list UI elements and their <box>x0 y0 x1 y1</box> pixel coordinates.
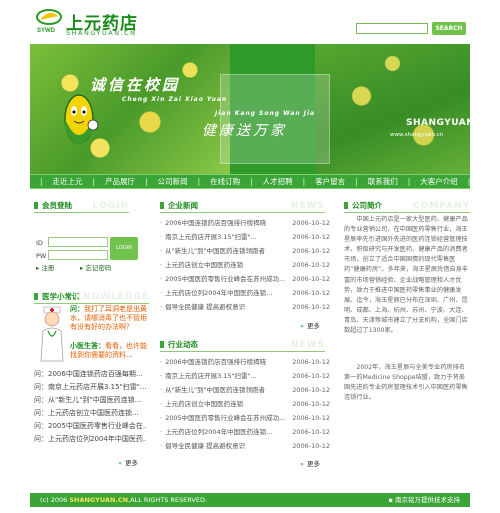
nav-separator: | <box>467 177 471 186</box>
section-title: 行业动态 <box>168 340 198 349</box>
slogan-secondary: 健康送万家 <box>202 123 287 139</box>
section-ghost-label: NEWS <box>290 201 325 211</box>
news-row[interactable]: 倡导全民健康 提高避权意识2006-10-12 <box>160 440 330 453</box>
news-row[interactable]: 2005中国医药零售行业峰会在苏州成功...2006-10-12 <box>160 412 330 425</box>
knowledge-more-link[interactable]: 更多 <box>118 457 138 467</box>
news-row[interactable]: 上元药店创立中国医药连锁2006-10-12 <box>160 398 330 411</box>
news-row[interactable]: 从"新生儿"到"中国医药连锁领跑者2006-10-12 <box>160 245 330 258</box>
capsule-mascot-icon <box>64 94 99 144</box>
news-row[interactable]: 从"新生儿"到"中国医药连锁领跑者2006-10-12 <box>160 384 330 397</box>
copyright: (c) 2006 SHANGYUAN.CN,ALL RIGHTS RESERVE… <box>40 496 208 504</box>
nav-item-guestbook[interactable]: 客户留言 <box>315 176 345 187</box>
member-login-header: 会员登陆 LOGIN <box>34 199 129 213</box>
company-intro-text-2: 2002年，海王星辰与全美专业药房排名第一的Medicine Shoppe结盟，… <box>344 364 468 402</box>
nav-separator: | <box>92 177 96 186</box>
nav-separator: | <box>145 177 148 186</box>
section-title: 企业新闻 <box>168 201 198 210</box>
logo-icon: SYWD <box>36 9 62 34</box>
nav-item-contact[interactable]: 联系我们 <box>368 176 398 187</box>
nav-item-jobs[interactable]: 人才招聘 <box>263 176 293 187</box>
nav-item-key-clients[interactable]: 大客户介绍 <box>420 176 458 187</box>
industry-news-header: 行业动态 NEWS <box>160 338 325 352</box>
knowledge-header: 医学小常识 KNOWLEDGE <box>34 290 149 304</box>
company-intro-text: 中国上元药店是一家大型医药、健康产品的专业营销公司，在中国医药零售行业，海王星辰… <box>344 216 468 335</box>
nav-separator: | <box>407 177 411 186</box>
nav-item-news[interactable]: 公司新闻 <box>158 176 188 187</box>
knowledge-list-item[interactable]: 问：上元药店创立中国医药连锁... <box>34 407 146 420</box>
section-ghost-label: KNOWLEDGE <box>75 292 149 302</box>
company-intro-header: 公司简介 COMPANY <box>344 199 470 213</box>
banner-flowers-image-right <box>315 44 470 174</box>
banner-url: www.shangyuan.cn <box>390 132 444 138</box>
nav-item-about[interactable]: 走近上元 <box>53 176 83 187</box>
news-row[interactable]: 2005中国医药零售行业峰会在苏州成功...2006-10-12 <box>160 273 330 286</box>
knowledge-list-item[interactable]: 问：2006中国连锁药店百强每期... <box>34 368 146 381</box>
doctor-illustration-icon <box>40 306 64 362</box>
section-ghost-label: LOGIN <box>92 201 129 211</box>
news-row[interactable]: 2006中国连锁药店百强排行榜揭晓2006-10-12 <box>160 217 330 230</box>
news-row[interactable]: 2006中国连锁药店百强排行榜揭晓2006-10-12 <box>160 356 330 369</box>
banner-grid-decoration <box>220 74 330 164</box>
knowledge-question[interactable]: 问：我打了耳洞老是出黄水，请哪消毒了也不管用有没有好的办法啊？ <box>70 305 150 332</box>
slogan-primary-pinyin: Cheng Xin Zai Xiao Yuan <box>122 96 228 103</box>
nav-separator: | <box>40 177 43 186</box>
section-title: 公司简介 <box>352 201 382 210</box>
brand-domain: SHANGYUAN.CN <box>66 29 137 37</box>
banner-brand: SHANGYUAN <box>406 118 470 128</box>
section-ghost-label: COMPANY <box>413 201 470 211</box>
knowledge-list-item[interactable]: 问：上元药店位列2004年中国医药... <box>34 433 146 446</box>
enterprise-news-header: 企业新闻 NEWS <box>160 199 325 213</box>
id-label: ID <box>36 239 43 247</box>
nav-separator: | <box>250 177 253 186</box>
nav-separator: | <box>197 177 201 186</box>
pw-label: PW <box>36 252 47 260</box>
banner: 诚信在校园 Cheng Xin Zai Xiao Yuan Jian Kang … <box>30 44 470 174</box>
login-button[interactable]: LOGIN <box>110 237 138 260</box>
news-row[interactable]: 上元药店创立中国医药连锁2006-10-12 <box>160 259 330 272</box>
news-row[interactable]: 倡导全民健康 提高避权意识2006-10-12 <box>160 301 330 314</box>
news-row[interactable]: 南京上元药店开展3.15"扫雷"...2006-10-12 <box>160 231 330 244</box>
nav-item-products[interactable]: 产品展厅 <box>105 176 135 187</box>
id-input[interactable] <box>48 237 108 247</box>
news-row[interactable]: 上元药店位列2004年中国医药连锁...2006-10-12 <box>160 287 330 300</box>
section-title: 会员登陆 <box>42 201 72 210</box>
news-row[interactable]: 南京上元药店开展3.15"扫雷"...2006-10-12 <box>160 370 330 383</box>
knowledge-list-item[interactable]: 问：从"新生儿"到"中国医药连锁... <box>34 394 146 407</box>
slogan-primary: 诚信在校园 <box>90 76 181 94</box>
industry-more-link[interactable]: 更多 <box>300 458 320 468</box>
svg-text:SYWD: SYWD <box>37 28 56 34</box>
main-nav: | 走近上元 | 产品展厅 | 公司新闻 | 在线订购 | 人才招聘 | 客户留… <box>30 174 470 189</box>
search-input[interactable] <box>356 23 428 34</box>
nav-item-order[interactable]: 在线订购 <box>210 176 240 187</box>
section-ghost-label: NEWS <box>290 340 325 350</box>
knowledge-list-item[interactable]: 问：2005中国医药零售行业峰会在... <box>34 420 146 433</box>
enterprise-more-link[interactable]: 更多 <box>300 320 320 330</box>
knowledge-list-item[interactable]: 问：南京上元药店开展3.15"扫雷"... <box>34 381 146 394</box>
nav-separator: | <box>355 177 358 186</box>
forgot-password-link[interactable]: ▸ 忘记密码 <box>80 262 111 272</box>
slogan-secondary-pinyin: Jian Kang Song Wan Jia <box>215 110 316 117</box>
search-button[interactable]: SEARCH <box>432 22 466 35</box>
tech-support-credit[interactable]: ▪ 南京铭万提供技术支持 <box>389 493 460 507</box>
password-input[interactable] <box>48 250 108 260</box>
section-title: 医学小常识 <box>42 292 80 301</box>
register-link[interactable]: ▸ 注册 <box>36 262 54 272</box>
footer: (c) 2006 SHANGYUAN.CN,ALL RIGHTS RESERVE… <box>30 493 470 507</box>
knowledge-answer[interactable]: 小医生答：看看，也许能找到你需要的资料... <box>70 342 150 360</box>
nav-separator: | <box>302 177 306 186</box>
news-row[interactable]: 上元药店位列2004年中国医药连锁...2006-10-12 <box>160 426 330 439</box>
